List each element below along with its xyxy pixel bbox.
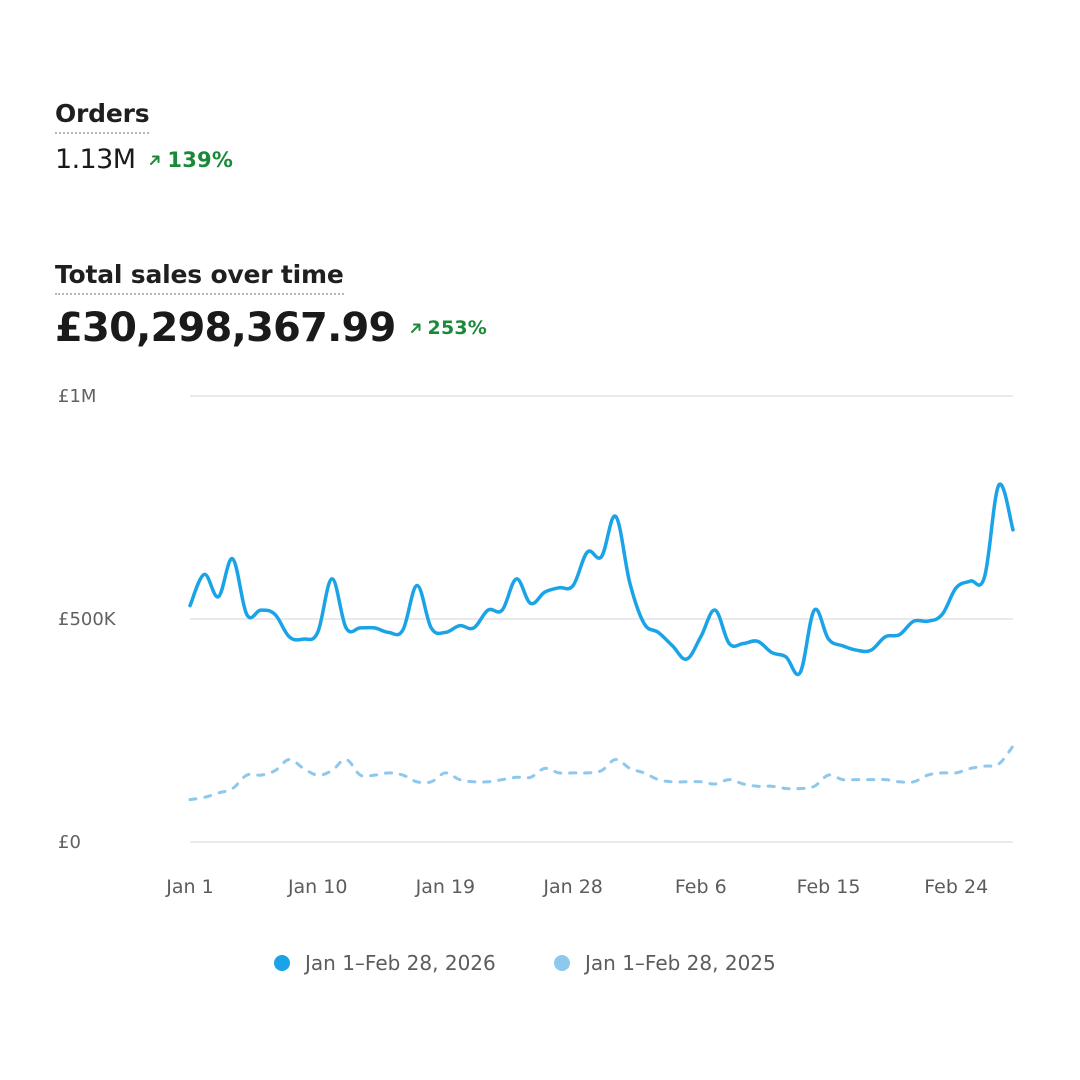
x-tick-label: Jan 1 xyxy=(165,876,213,898)
x-tick-label: Feb 15 xyxy=(797,876,861,898)
y-tick-label: £1M xyxy=(58,386,96,407)
series-line-2026[interactable] xyxy=(188,482,1015,677)
x-tick-label: Jan 28 xyxy=(542,876,603,898)
y-tick-label: £500K xyxy=(58,609,117,630)
y-tick-label: £0 xyxy=(58,832,81,853)
sales-line-chart[interactable]: £0 £500K £1M Jan 1 Jan 10 Jan 19 Jan 28 Feb 6 Fe… xyxy=(0,0,1080,1080)
legend-item-2025-label[interactable]: Jan 1–Feb 28, 2025 xyxy=(583,951,776,975)
series-line-2025[interactable] xyxy=(188,744,1015,802)
x-tick-label: Jan 19 xyxy=(415,876,476,898)
x-tick-label: Feb 24 xyxy=(924,876,988,898)
legend-item-2026-label[interactable]: Jan 1–Feb 28, 2026 xyxy=(303,951,496,975)
legend-item-2025-dot[interactable] xyxy=(554,955,570,971)
x-tick-label: Feb 6 xyxy=(675,876,727,898)
legend-item-2026-dot[interactable] xyxy=(274,955,290,971)
x-tick-label: Jan 10 xyxy=(287,876,348,898)
